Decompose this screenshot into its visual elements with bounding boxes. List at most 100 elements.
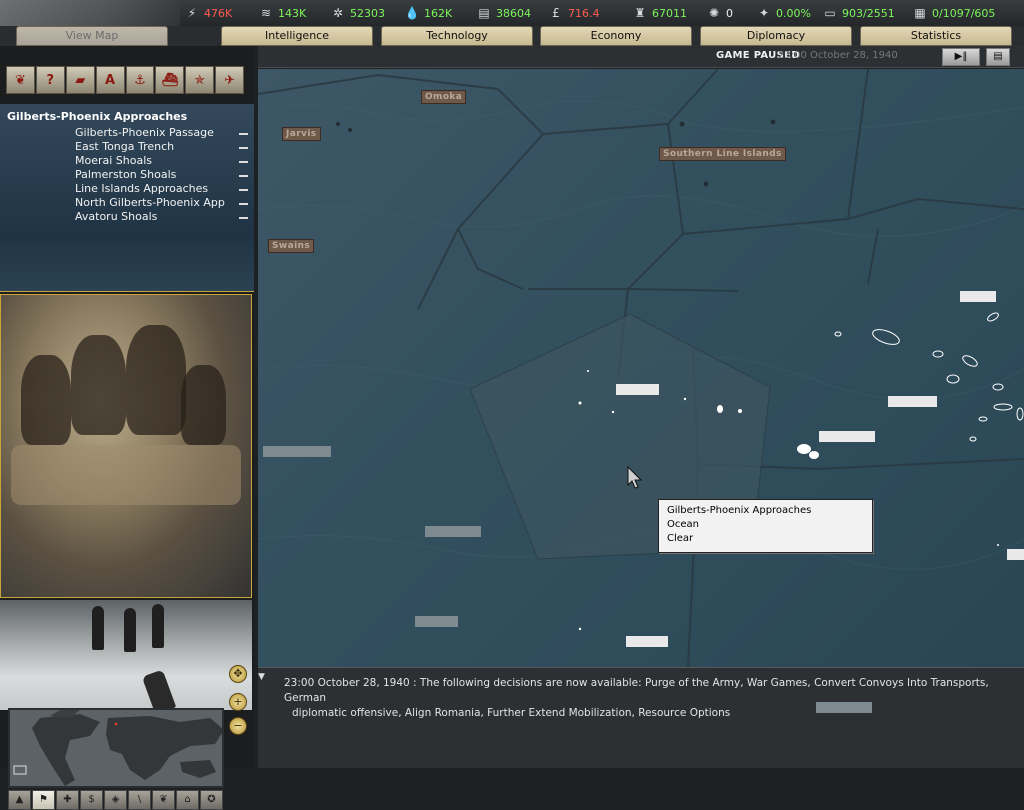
resource-value: 903/2551 bbox=[842, 6, 895, 20]
map-label-omoka: Omoka bbox=[421, 90, 467, 104]
political-icon[interactable]: ⚑ bbox=[32, 790, 55, 810]
area-list-item[interactable]: Gilberts-Phoenix Passage bbox=[75, 126, 214, 139]
economy-icon[interactable]: $ bbox=[80, 790, 103, 810]
resource-icon[interactable]: ◈ bbox=[104, 790, 127, 810]
unit-counter[interactable] bbox=[263, 446, 331, 457]
area-item-minus-icon[interactable] bbox=[239, 203, 248, 205]
world-map[interactable]: Omoka Jarvis Southern Line Islands Swain… bbox=[258, 69, 1024, 667]
unit-icon[interactable]: ❦ bbox=[6, 66, 35, 94]
mouse-cursor-icon bbox=[627, 466, 643, 489]
air-icon[interactable]: A bbox=[95, 66, 125, 94]
play-pause-button[interactable]: ▶‖ bbox=[942, 48, 980, 66]
settings-icon[interactable]: ✪ bbox=[200, 790, 223, 810]
minimap[interactable] bbox=[8, 708, 224, 788]
area-item-minus-icon[interactable] bbox=[239, 133, 248, 135]
unit-counter[interactable] bbox=[960, 291, 996, 302]
area-list-item[interactable]: Line Islands Approaches bbox=[75, 182, 208, 195]
resource-escorts: ▦ 0/1097/605 bbox=[912, 5, 995, 21]
unit-counter[interactable] bbox=[888, 396, 937, 407]
supplies-icon: ▤ bbox=[478, 6, 490, 20]
area-list-item[interactable]: Palmerston Shoals bbox=[75, 168, 176, 181]
area-item-minus-icon[interactable] bbox=[239, 189, 248, 191]
unit-counter[interactable] bbox=[819, 431, 875, 442]
tab-statistics[interactable]: Statistics bbox=[860, 26, 1012, 46]
left-panel: ❦? ▰ A ⚓ ⛴ ✯ ✈ Gilberts-Phoenix Approaches Gil… bbox=[0, 46, 254, 810]
terrain-icon[interactable]: ▲ bbox=[8, 790, 31, 810]
zoom-out-button[interactable]: − bbox=[229, 717, 247, 735]
collapse-log-icon[interactable]: ▼ bbox=[258, 672, 265, 682]
pound-icon: £ bbox=[552, 6, 560, 20]
resource-value: 0.00% bbox=[776, 6, 811, 20]
map-label-jarvis: Jarvis bbox=[282, 127, 321, 141]
tank-icon[interactable]: ▰ bbox=[65, 66, 95, 94]
star-icon[interactable]: ✯ bbox=[185, 66, 215, 94]
sea-area-list: Gilberts-Phoenix Approaches Gilberts-Pho… bbox=[0, 104, 254, 292]
soldier-photo bbox=[0, 294, 252, 598]
area-item-minus-icon[interactable] bbox=[239, 175, 248, 177]
message-text: 23:00 October 28, 1940 : The following d… bbox=[284, 676, 1004, 721]
transport-icon: ▭ bbox=[824, 6, 836, 20]
resource-nukes: ✺ 0 bbox=[706, 5, 733, 21]
unit-counter[interactable] bbox=[415, 616, 458, 627]
unit-counter[interactable] bbox=[616, 384, 659, 395]
resource-value: 716.4 bbox=[568, 6, 600, 20]
nation-flag bbox=[0, 0, 180, 26]
resource-value: 67011 bbox=[652, 6, 687, 20]
resource-metal: ≋ 143K bbox=[258, 5, 306, 21]
area-item-minus-icon[interactable] bbox=[239, 161, 248, 163]
anchor-icon[interactable]: ⚓ bbox=[125, 66, 155, 94]
tab-intelligence[interactable]: Intelligence bbox=[221, 26, 373, 46]
tab-view-map[interactable]: View Map bbox=[16, 26, 168, 46]
dissent-icon: ✦ bbox=[758, 6, 770, 20]
tooltip-terrain: Ocean bbox=[667, 519, 699, 530]
resource-value: 38604 bbox=[496, 6, 531, 20]
weather-icon[interactable]: \ bbox=[128, 790, 151, 810]
message-log[interactable]: ▼ 23:00 October 28, 1940 : The following… bbox=[258, 667, 1024, 768]
resource-transports: ▭ 903/2551 bbox=[822, 5, 895, 21]
resource-money: £716.4 bbox=[548, 5, 600, 21]
main-tab-bar: View Map Intelligence Technology Economy Dip… bbox=[0, 26, 1024, 46]
resource-oil: 💧 162K bbox=[404, 5, 453, 21]
resource-value: 0 bbox=[726, 6, 733, 20]
minimap-move-button[interactable]: ✥ bbox=[229, 665, 247, 683]
unit-counter[interactable] bbox=[626, 636, 668, 647]
metal-icon: ≋ bbox=[260, 6, 272, 20]
unit-counter[interactable] bbox=[425, 526, 481, 537]
help-icon[interactable]: ? bbox=[35, 66, 65, 94]
map-label-southern-line-islands: Southern Line Islands bbox=[659, 147, 786, 161]
unit-counter[interactable] bbox=[1007, 549, 1024, 560]
resource-supplies: ▤ 38604 bbox=[476, 5, 531, 21]
tooltip-weather: Clear bbox=[667, 533, 694, 544]
ship-icon[interactable]: ⛴ bbox=[155, 66, 185, 94]
tab-technology[interactable]: Technology bbox=[381, 26, 533, 46]
resource-rare-materials: ✲ 52303 bbox=[330, 5, 385, 21]
resource-bar: ⚡ 476K ≋ 143K ✲ 52303 💧 162K ▤ 38604 £716.4 ♜ 67011 ✺… bbox=[0, 0, 1024, 26]
tab-economy[interactable]: Economy bbox=[540, 26, 692, 46]
area-list-item[interactable]: Moerai Shoals bbox=[75, 154, 152, 167]
map-label-swains: Swains bbox=[268, 239, 315, 253]
area-list-item[interactable]: North Gilberts-Phoenix App bbox=[75, 196, 225, 209]
supply-icon[interactable]: ✚ bbox=[56, 790, 79, 810]
tab-diplomacy[interactable]: Diplomacy bbox=[700, 26, 852, 46]
resource-value: 143K bbox=[278, 6, 307, 20]
unit-counter[interactable] bbox=[816, 702, 872, 713]
rare-materials-icon: ✲ bbox=[332, 6, 344, 20]
zoom-in-button[interactable]: + bbox=[229, 693, 247, 711]
area-list-item[interactable]: East Tonga Trench bbox=[75, 140, 174, 153]
plane-icon[interactable]: ✈ bbox=[215, 66, 244, 94]
game-date: 23:00 October 28, 1940 bbox=[778, 50, 898, 61]
manpower-icon: ♜ bbox=[634, 6, 646, 20]
winter-soldiers-photo bbox=[0, 600, 252, 710]
resource-value: 0/1097/605 bbox=[932, 6, 996, 20]
command-toolbar: ❦? ▰ A ⚓ ⛴ ✯ ✈ bbox=[6, 66, 244, 94]
resource-dissent: ✦ 0.00% bbox=[756, 5, 811, 21]
resource-value: 476K bbox=[204, 6, 233, 20]
diplomacy-icon[interactable]: ❦ bbox=[152, 790, 175, 810]
message-line-2: diplomatic offensive, Align Romania, Fur… bbox=[292, 707, 731, 719]
area-item-minus-icon[interactable] bbox=[239, 147, 248, 149]
resource-value: 162K bbox=[424, 6, 453, 20]
buildings-icon[interactable]: ⌂ bbox=[176, 790, 199, 810]
menu-button[interactable]: ▤ bbox=[986, 48, 1010, 66]
area-list-item[interactable]: Avatoru Shoals bbox=[75, 210, 157, 223]
area-item-minus-icon[interactable] bbox=[239, 217, 248, 219]
